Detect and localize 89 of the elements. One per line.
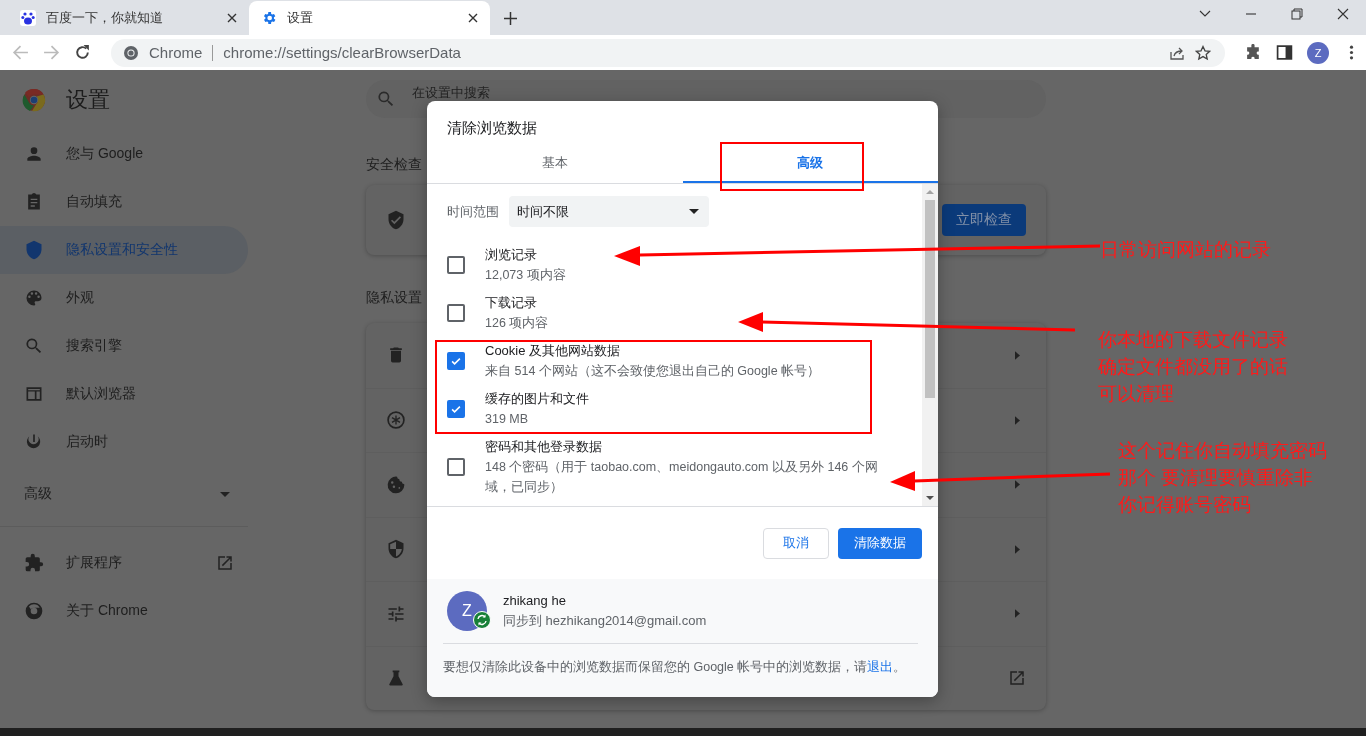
asterisk-circle-icon — [386, 410, 406, 431]
sign-out-note: 要想仅清除此设备中的浏览数据而保留您的 Google 帐号中的浏览数据，请退出。 — [443, 659, 908, 676]
search-icon — [24, 336, 44, 356]
dialog-title: 清除浏览数据 — [446, 118, 538, 138]
url-text: chrome://settings/clearBrowserData — [223, 44, 461, 61]
time-range-select[interactable]: 时间不限 — [509, 196, 709, 227]
sidebar-item[interactable]: 外观 — [0, 274, 248, 322]
sidebar-link[interactable]: 扩展程序 — [0, 539, 248, 587]
chrome-logo-icon — [123, 44, 139, 61]
checkbox[interactable] — [447, 256, 465, 274]
dialog-tab[interactable]: 基本 — [427, 145, 683, 183]
option-detail: 148 个密码（用于 taobao.com、meidongauto.com 以及另外 146 个网域，已同步） — [485, 459, 879, 496]
checkbox[interactable] — [447, 458, 465, 476]
chrome-logo-icon — [22, 88, 46, 112]
chrome-logo-icon — [24, 601, 44, 621]
cookie-icon — [386, 474, 406, 495]
restore-icon[interactable] — [1291, 8, 1303, 20]
annotation-text: 你本地的下载文件记录 — [1098, 328, 1288, 352]
option-detail: 来自 514 个网站（这不会致使您退出自己的 Google 帐号） — [485, 363, 822, 380]
address-bar[interactable]: Chrome chrome://settings/clearBrowserData — [111, 38, 1225, 67]
external-link-icon[interactable] — [1008, 669, 1026, 688]
checkbox[interactable] — [447, 400, 465, 418]
option-title: 密码和其他登录数据 — [485, 438, 602, 456]
check-now-button[interactable]: 立即检查 — [942, 204, 1026, 236]
reload-icon[interactable] — [74, 44, 91, 61]
shield-check-icon — [386, 210, 406, 230]
sidebar-item[interactable]: 隐私设置和安全性 — [0, 226, 248, 274]
puzzle-icon[interactable] — [1245, 44, 1262, 61]
option-title: 浏览记录 — [485, 246, 537, 264]
time-range-label: 时间范围 — [447, 202, 499, 221]
close-icon[interactable] — [227, 13, 237, 23]
account-name: zhikang he — [503, 592, 567, 610]
caret-down-icon — [689, 209, 699, 214]
caret-right-icon[interactable] — [1015, 415, 1020, 425]
sync-status: 同步到 hezhikang2014@gmail.com — [503, 612, 707, 630]
browser-window-icon — [24, 384, 44, 404]
cancel-button[interactable]: 取消 — [763, 527, 829, 559]
browser-tab[interactable]: 百度一下，你就知道 — [8, 1, 249, 35]
browser-tab[interactable]: 设置 — [249, 1, 490, 35]
dialog-tab[interactable]: 高级 — [682, 145, 938, 183]
site-label: Chrome — [149, 44, 203, 61]
clear-data-button[interactable]: 清除数据 — [838, 527, 922, 559]
annotation-text: 确定文件都没用了的话 — [1098, 355, 1288, 379]
checkbox[interactable] — [447, 304, 465, 322]
shield-icon — [24, 240, 44, 260]
checkbox[interactable] — [447, 352, 465, 370]
close-icon[interactable] — [1337, 8, 1349, 20]
option-title: Cookie 及其他网站数据 — [485, 342, 621, 360]
caret-right-icon[interactable] — [1015, 609, 1020, 619]
paw-icon — [20, 10, 36, 26]
caret-right-icon[interactable] — [1015, 480, 1020, 490]
shield-icon — [386, 539, 406, 560]
sign-out-link[interactable]: 退出 — [867, 660, 894, 674]
close-icon[interactable] — [468, 13, 478, 23]
annotation-text: 你记得账号密码 — [1118, 493, 1251, 517]
sidebar-link[interactable]: 关于 Chrome — [0, 587, 248, 635]
annotation-text: 那个 要清理要慎重除非 — [1118, 466, 1314, 490]
puzzle-icon — [24, 553, 44, 573]
scrollbar[interactable] — [922, 184, 938, 506]
section-heading: 安全检查 — [366, 156, 422, 174]
new-tab-icon[interactable] — [504, 12, 517, 25]
person-icon — [24, 144, 44, 164]
sync-badge-icon — [473, 611, 491, 629]
option-title: 缓存的图片和文件 — [485, 390, 589, 408]
star-icon[interactable] — [1195, 44, 1211, 61]
palette-icon — [24, 288, 44, 308]
advanced-section-toggle[interactable]: 高级 — [0, 466, 248, 522]
option-title: 下载记录 — [485, 294, 537, 312]
page-title: 设置 — [66, 86, 110, 114]
caret-right-icon[interactable] — [1015, 350, 1020, 360]
sidebar-item[interactable]: 搜索引擎 — [0, 322, 248, 370]
option-detail: 12,073 项内容 — [485, 267, 567, 284]
search-icon — [376, 89, 396, 109]
caret-right-icon[interactable] — [1015, 544, 1020, 554]
sidebar-item[interactable]: 您与 Google — [0, 130, 248, 178]
option-detail: 126 项内容 — [485, 315, 550, 332]
sidebar-item[interactable]: 默认浏览器 — [0, 370, 248, 418]
sidebar-item[interactable]: 自动填充 — [0, 178, 248, 226]
section-heading: 隐私设置 — [366, 289, 422, 307]
flask-icon — [386, 668, 406, 689]
side-panel-icon[interactable] — [1276, 44, 1293, 61]
annotation-text: 这个记住你自动填充密码 — [1118, 439, 1327, 463]
gear-icon — [261, 10, 277, 26]
annotation-text: 可以清理 — [1098, 382, 1174, 406]
caret-down-icon — [220, 491, 230, 497]
option-detail: 319 MB — [485, 411, 530, 428]
sidebar-item[interactable]: 启动时 — [0, 418, 248, 466]
annotation-text: 日常访问网站的记录 — [1100, 238, 1271, 262]
profile-avatar[interactable]: Z — [1307, 41, 1329, 64]
